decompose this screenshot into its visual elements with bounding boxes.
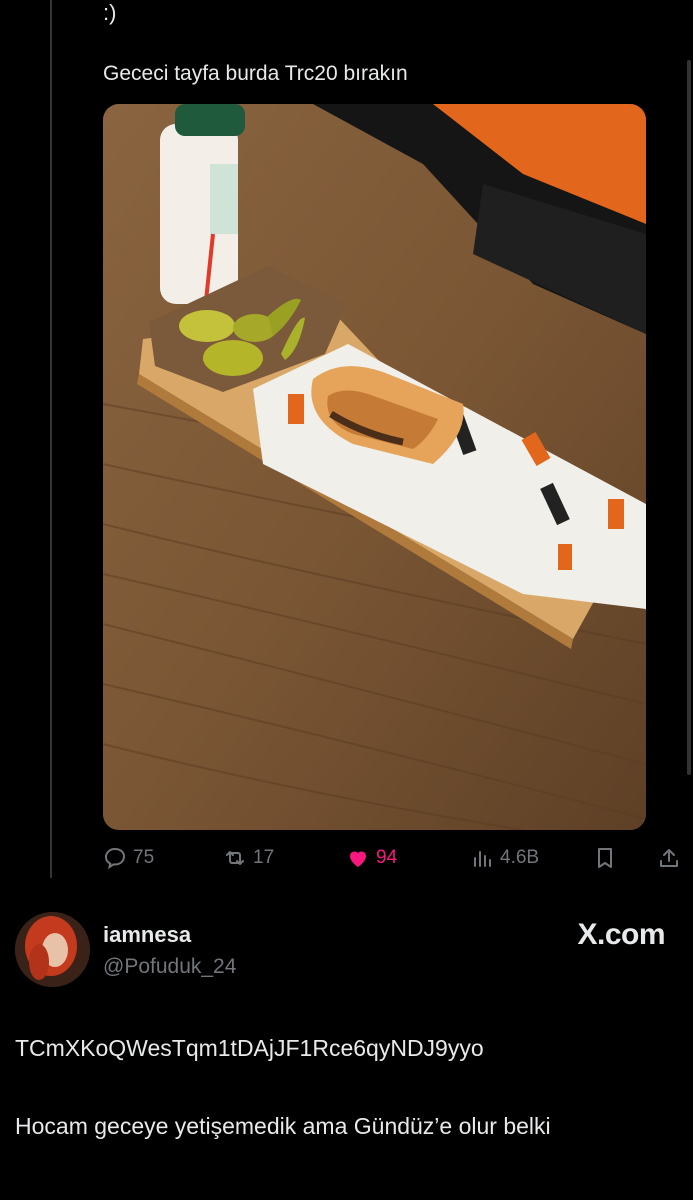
bookmark-icon bbox=[598, 848, 612, 868]
tweet-actions: 75 17 94 4.6B bbox=[103, 838, 685, 878]
reply-button[interactable]: 75 bbox=[103, 838, 154, 878]
retweet-icon bbox=[226, 851, 244, 865]
user-display-name[interactable]: iamnesa bbox=[103, 922, 191, 948]
avatar-image bbox=[15, 912, 90, 987]
like-count: 94 bbox=[376, 847, 398, 868]
reply-icon bbox=[104, 847, 126, 870]
tweet-text: Gececi tayfa burda Trc20 bırakın bbox=[103, 62, 408, 85]
share-button[interactable] bbox=[657, 838, 681, 878]
views-icon bbox=[474, 851, 491, 867]
brand-watermark: X.com bbox=[577, 918, 665, 951]
thread-connector-line bbox=[50, 0, 52, 878]
avatar[interactable] bbox=[15, 912, 90, 987]
views-count: 4.6B bbox=[500, 847, 540, 868]
bookmark-button[interactable] bbox=[593, 838, 617, 878]
like-icon bbox=[350, 851, 366, 867]
scrollbar[interactable] bbox=[687, 60, 691, 775]
reply-text-message: Hocam geceye yetişemedik ama Gündüz’e ol… bbox=[15, 1113, 551, 1139]
retweet-button[interactable]: 17 bbox=[223, 838, 274, 878]
reply-text-address: TCmXKoQWesTqm1tDAjJF1Rce6qyNDJ9yyo bbox=[15, 1035, 484, 1061]
food-photo bbox=[103, 104, 646, 830]
reply-count: 75 bbox=[133, 847, 155, 868]
retweet-count: 17 bbox=[253, 847, 275, 868]
bottom-edge bbox=[0, 1188, 693, 1200]
like-button[interactable]: 94 bbox=[346, 838, 397, 878]
views-button[interactable]: 4.6B bbox=[470, 838, 539, 878]
previous-tweet-text: :) bbox=[103, 0, 117, 25]
share-icon bbox=[660, 849, 678, 867]
user-handle[interactable]: @Pofuduk_24 bbox=[103, 955, 236, 979]
tweet-image[interactable] bbox=[103, 104, 646, 830]
